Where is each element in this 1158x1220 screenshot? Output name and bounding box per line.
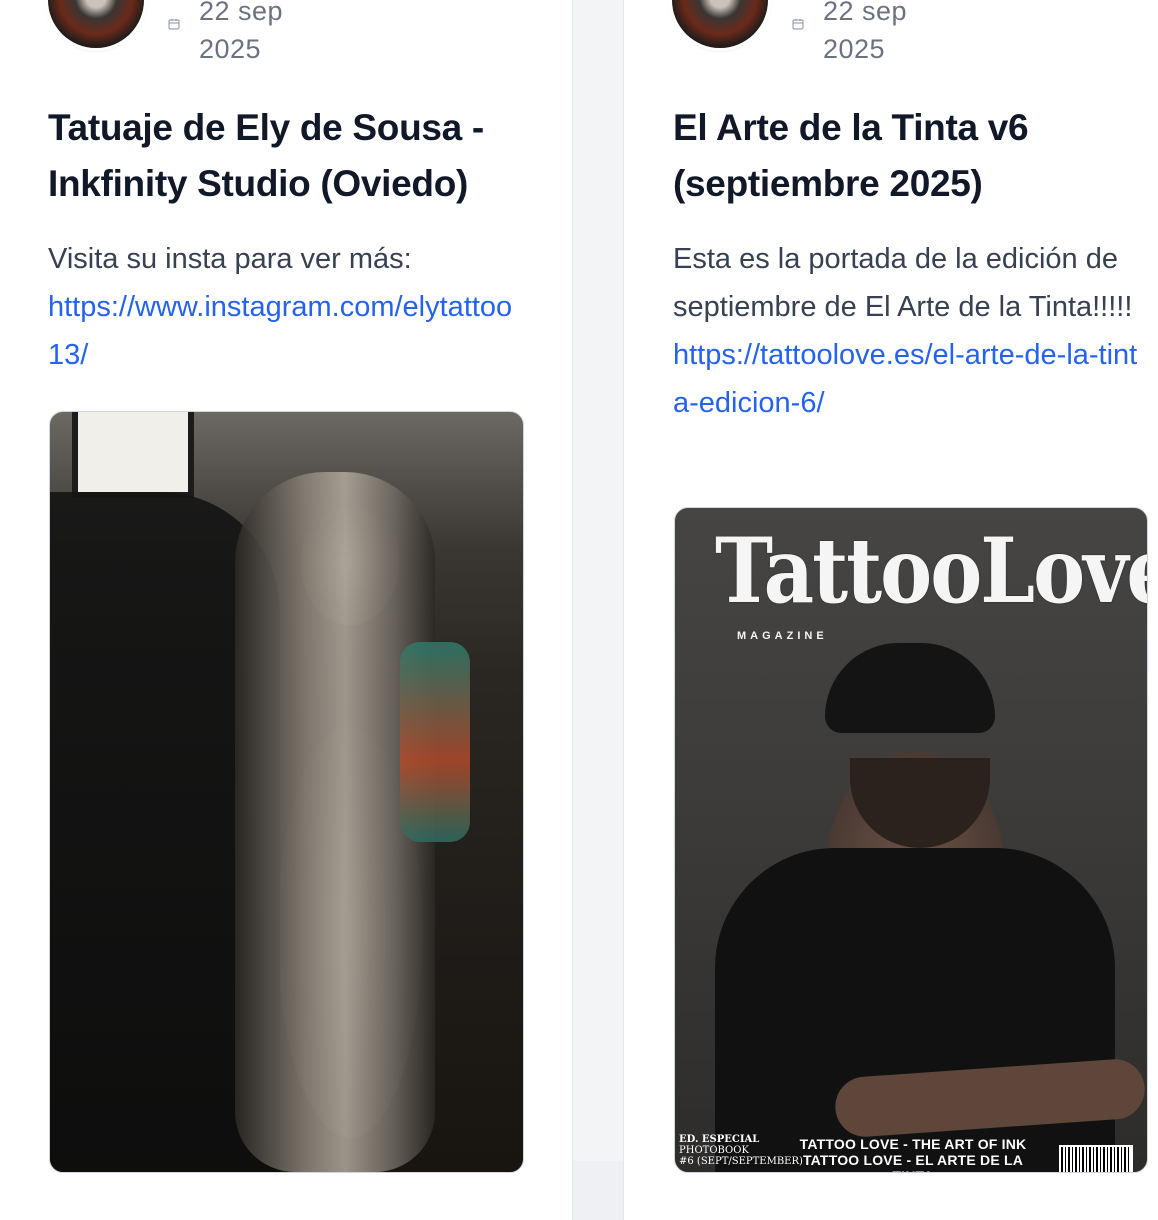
post-body-text: Visita su insta para ver más: [48, 243, 412, 275]
color-patch [400, 642, 470, 842]
cover-headline-1: TATTOO LOVE - THE ART OF INK [799, 1136, 1027, 1152]
edition-title: ED. ESPECIAL [679, 1134, 760, 1145]
beard-shape [850, 758, 990, 848]
edition-number: #6 (SEPT/SEPTEMBER) [679, 1156, 803, 1167]
post-title[interactable]: Tatuaje de Ely de Sousa - Inkfinity Stud… [48, 100, 548, 212]
calendar-icon [792, 18, 806, 32]
post-link[interactable]: https://tattoolove.es/el-arte-de-la-tint… [673, 331, 1138, 427]
edition-subtitle: PHOTOBOOK [679, 1145, 749, 1156]
post-image[interactable] [49, 411, 524, 1173]
cap-shape [825, 643, 995, 733]
post-link[interactable]: https://www.instagram.com/elytattoo13/ [48, 283, 528, 379]
post-body: Esta es la portada de la edición de sept… [673, 235, 1138, 427]
post-body: Visita su insta para ver más: https://ww… [48, 235, 528, 379]
magazine-cover-image[interactable]: TattooLove MAGAZINE ED. ESPECIAL PHOTOBO… [674, 507, 1148, 1173]
post-date: 22 sep 2025 [823, 0, 908, 64]
magazine-subtitle: MAGAZINE [737, 630, 828, 642]
cover-headline-2: TATTOO LOVE - EL ARTE DE LA TINTA [802, 1152, 1024, 1172]
post-date: 22 sep 2025 [199, 0, 284, 64]
feed-gutter [573, 0, 623, 1161]
wall-art [72, 412, 194, 498]
post-body-text: Esta es la portada de la edición de sept… [673, 243, 1133, 323]
post-title[interactable]: El Arte de la Tinta v6 (septiembre 2025) [673, 100, 1143, 212]
edition-label: ED. ESPECIAL PHOTOBOOK #6 (SEPT/SEPTEMBE… [679, 1134, 803, 1167]
cover-headline: TATTOO LOVE - THE ART OF INK TATTOO LOVE… [793, 1136, 1033, 1172]
magazine-logo: TattooLove [715, 519, 1148, 624]
calendar-icon [168, 18, 182, 32]
barcode [1059, 1145, 1133, 1172]
